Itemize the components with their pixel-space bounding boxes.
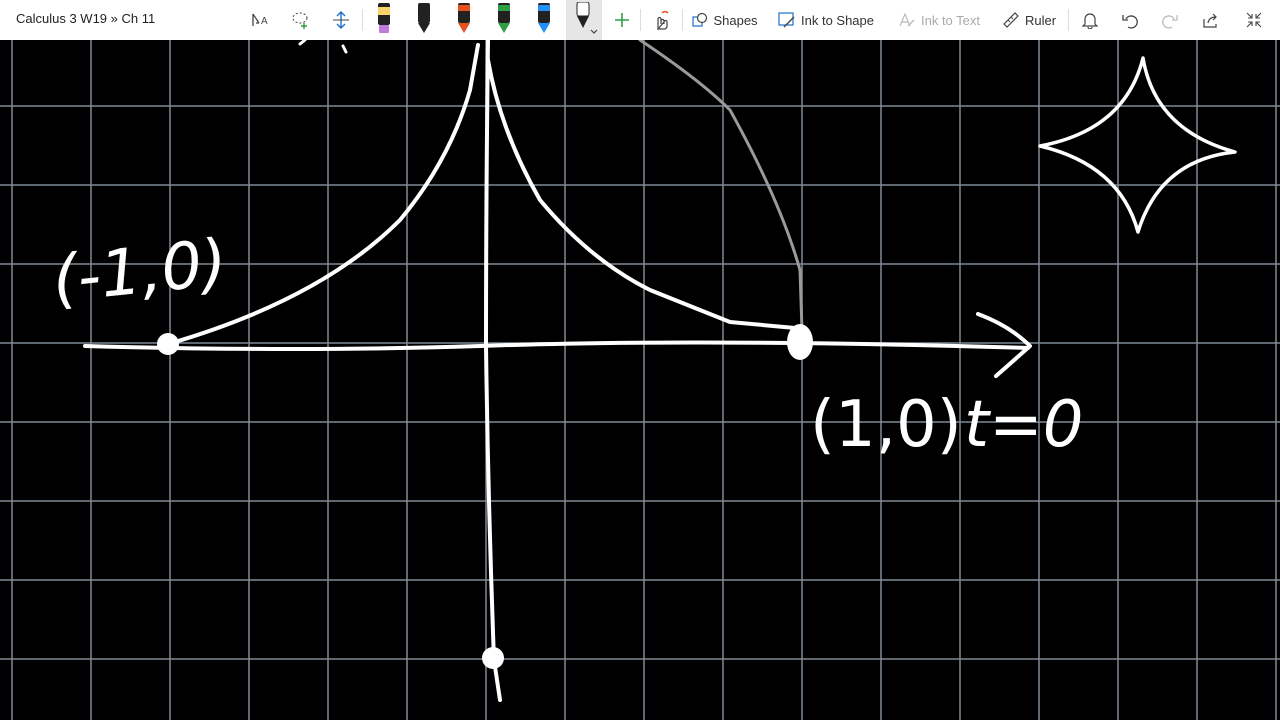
share-button[interactable] xyxy=(1196,0,1224,40)
partial-handwriting xyxy=(298,40,348,54)
ink-to-text-icon xyxy=(899,12,915,27)
point-bottom xyxy=(482,647,504,669)
redo-icon xyxy=(1162,15,1178,29)
select-text-button[interactable]: A xyxy=(248,0,274,40)
highlighter-icon xyxy=(378,3,390,33)
lasso-select-button[interactable] xyxy=(288,0,314,40)
add-space-icon xyxy=(333,11,349,29)
select-text-icon: A xyxy=(252,13,268,27)
pen-icon xyxy=(498,3,510,33)
redo-button xyxy=(1156,0,1184,40)
ink-to-shape-icon xyxy=(778,12,795,28)
touch-draw-icon xyxy=(656,10,669,30)
add-space-button[interactable] xyxy=(328,0,354,40)
toolbar: Calculus 3 W19 » Ch 11 A Shapes Ink to S… xyxy=(0,0,1280,40)
ruler-icon xyxy=(1003,12,1019,28)
pen-highlighter-yellow[interactable] xyxy=(372,0,396,40)
point-left xyxy=(157,333,179,355)
add-pen-icon xyxy=(615,13,629,27)
ink-to-shape-label: Ink to Shape xyxy=(801,12,874,28)
label-right-point: (1,0) xyxy=(810,388,962,462)
svg-text:A: A xyxy=(261,16,268,27)
lasso-select-icon xyxy=(292,12,308,29)
breadcrumb[interactable]: Calculus 3 W19 » Ch 11 xyxy=(16,11,155,26)
ink-to-text-button: Ink to Text xyxy=(894,0,984,40)
undo-button[interactable] xyxy=(1116,0,1144,40)
grid-lines xyxy=(0,40,1280,720)
pen-icon xyxy=(538,3,550,33)
add-pen-button[interactable] xyxy=(610,0,634,40)
small-astroid xyxy=(1038,56,1237,234)
ruler-label: Ruler xyxy=(1024,12,1057,28)
label-left-point: (-1,0) xyxy=(49,226,231,318)
pen-green[interactable] xyxy=(492,0,516,40)
ink-to-shape-button[interactable]: Ink to Shape xyxy=(774,0,878,40)
shapes-icon xyxy=(692,12,708,27)
ink-canvas[interactable]: (-1,0) (1,0) t=0 xyxy=(0,40,1280,720)
ink-to-text-label: Ink to Text xyxy=(920,12,980,28)
notifications-button[interactable] xyxy=(1076,0,1104,40)
astroid-right-branch xyxy=(486,58,797,330)
pen-orange[interactable] xyxy=(452,0,476,40)
pen-icon xyxy=(418,3,430,33)
shapes-button[interactable]: Shapes xyxy=(690,0,760,40)
share-icon xyxy=(1203,13,1217,28)
y-axis-stroke xyxy=(484,40,502,702)
bell-icon xyxy=(1081,13,1099,29)
pen-icon xyxy=(576,2,598,34)
touch-draw-button[interactable] xyxy=(648,0,674,40)
label-parameter: t=0 xyxy=(964,388,1083,462)
pen-icon xyxy=(458,3,470,33)
ruler-button[interactable]: Ruler xyxy=(998,0,1060,40)
pen-blue[interactable] xyxy=(532,0,556,40)
point-right xyxy=(787,324,813,360)
undo-icon xyxy=(1122,15,1138,29)
ink-drawing xyxy=(83,40,1237,702)
pen-black[interactable] xyxy=(412,0,436,40)
shapes-label: Shapes xyxy=(713,12,758,28)
pen-white-selected[interactable] xyxy=(566,0,602,40)
exit-fullscreen-icon xyxy=(1246,12,1262,28)
exit-fullscreen-button[interactable] xyxy=(1240,0,1268,40)
